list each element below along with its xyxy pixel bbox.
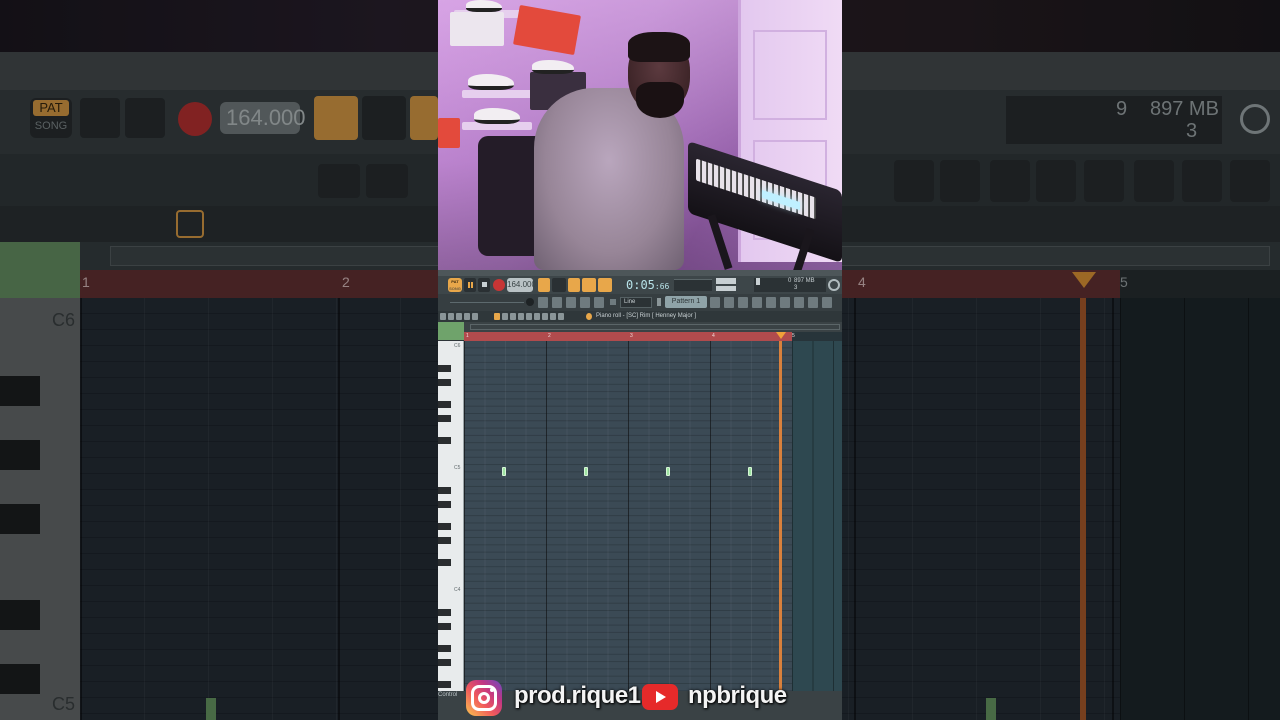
- webcam-video: [438, 0, 842, 270]
- oscilloscope: [674, 279, 712, 291]
- note-grid[interactable]: [464, 341, 792, 691]
- mixer-icon[interactable]: [766, 297, 776, 308]
- pen-icon[interactable]: [566, 297, 576, 308]
- mic-icon[interactable]: [594, 297, 604, 308]
- toolbar: Line Pattern 1: [438, 294, 842, 311]
- undo-icon[interactable]: [472, 313, 478, 320]
- zoom-icon[interactable]: [550, 313, 556, 320]
- piano-roll-title: Piano roll - [SC] Rim [ Henney Major ]: [596, 313, 697, 319]
- slip-icon[interactable]: [526, 313, 532, 320]
- pause-button[interactable]: [464, 278, 476, 292]
- instagram-handle: prod.rique1: [514, 682, 641, 709]
- playback-icon[interactable]: [558, 313, 564, 320]
- snap-select[interactable]: Line: [620, 297, 652, 308]
- link-icon[interactable]: [580, 297, 590, 308]
- pat-song-toggle[interactable]: PAT SONG: [448, 278, 462, 292]
- help-icon[interactable]: [822, 297, 832, 308]
- step-edit-button[interactable]: [582, 278, 596, 292]
- note-block[interactable]: [502, 467, 506, 476]
- select-icon[interactable]: [542, 313, 548, 320]
- blend-notes-button[interactable]: [598, 278, 612, 292]
- stamp-icon[interactable]: [586, 313, 592, 320]
- browser-icon[interactable]: [780, 297, 790, 308]
- song-end-marker[interactable]: [776, 332, 786, 339]
- wrench-icon[interactable]: [440, 313, 446, 320]
- mute-icon[interactable]: [518, 313, 524, 320]
- note-icon[interactable]: [456, 313, 462, 320]
- stop-button[interactable]: [478, 278, 490, 292]
- note-block[interactable]: [748, 467, 752, 476]
- plugin-icon[interactable]: [808, 297, 818, 308]
- piano-roll-toolbar: Piano roll - [SC] Rim [ Henney Major ]: [438, 311, 842, 322]
- playhead: [779, 341, 782, 720]
- playlist-icon[interactable]: [794, 297, 804, 308]
- piano-roll-icon[interactable]: [724, 297, 734, 308]
- video-panel: PAT SONG 164.000 0:05:66 897 MB 3 0 Line…: [438, 0, 842, 720]
- control-label: Control: [438, 692, 458, 698]
- cpu-display: 0: [788, 278, 792, 284]
- note-block[interactable]: [666, 467, 670, 476]
- loop-icon[interactable]: [464, 313, 470, 320]
- song-position-clock: 0:05:66: [626, 278, 670, 292]
- piano-roll-corner: [438, 322, 464, 340]
- tempo-display[interactable]: 164.000: [507, 278, 536, 292]
- slice-icon[interactable]: [534, 313, 540, 320]
- typing-keyboard-icon[interactable]: [538, 297, 548, 308]
- step-seq-icon[interactable]: [738, 297, 748, 308]
- piano-keyboard[interactable]: C6 C5 C4: [438, 341, 464, 720]
- youtube-handle: npbrique: [688, 682, 787, 709]
- social-overlay: prod.rique1 npbrique: [466, 680, 806, 716]
- instagram-icon: [466, 680, 502, 716]
- shoebox-white: [450, 12, 504, 46]
- paint-icon[interactable]: [502, 313, 508, 320]
- record-button[interactable]: [493, 279, 505, 291]
- channel-rack-icon[interactable]: [752, 297, 762, 308]
- draw-pencil-icon[interactable]: [494, 313, 500, 320]
- magnet-icon[interactable]: [448, 313, 454, 320]
- countdown-button[interactable]: [568, 278, 580, 292]
- metronome-button[interactable]: [538, 278, 550, 292]
- arrow-right-icon[interactable]: [552, 297, 562, 308]
- timeline-ruler[interactable]: 1 2 3 4: [464, 332, 792, 341]
- add-pattern-icon[interactable]: [710, 297, 720, 308]
- transport-bar: PAT SONG 164.000 0:05:66 897 MB 3 0: [438, 276, 842, 294]
- power-icon[interactable]: [828, 279, 840, 291]
- wait-input-button[interactable]: [552, 278, 566, 292]
- youtube-icon: [642, 684, 678, 710]
- pattern-select[interactable]: Pattern 1: [665, 296, 707, 308]
- note-block[interactable]: [584, 467, 588, 476]
- delete-icon[interactable]: [510, 313, 516, 320]
- horizontal-scrollbar[interactable]: [438, 322, 842, 332]
